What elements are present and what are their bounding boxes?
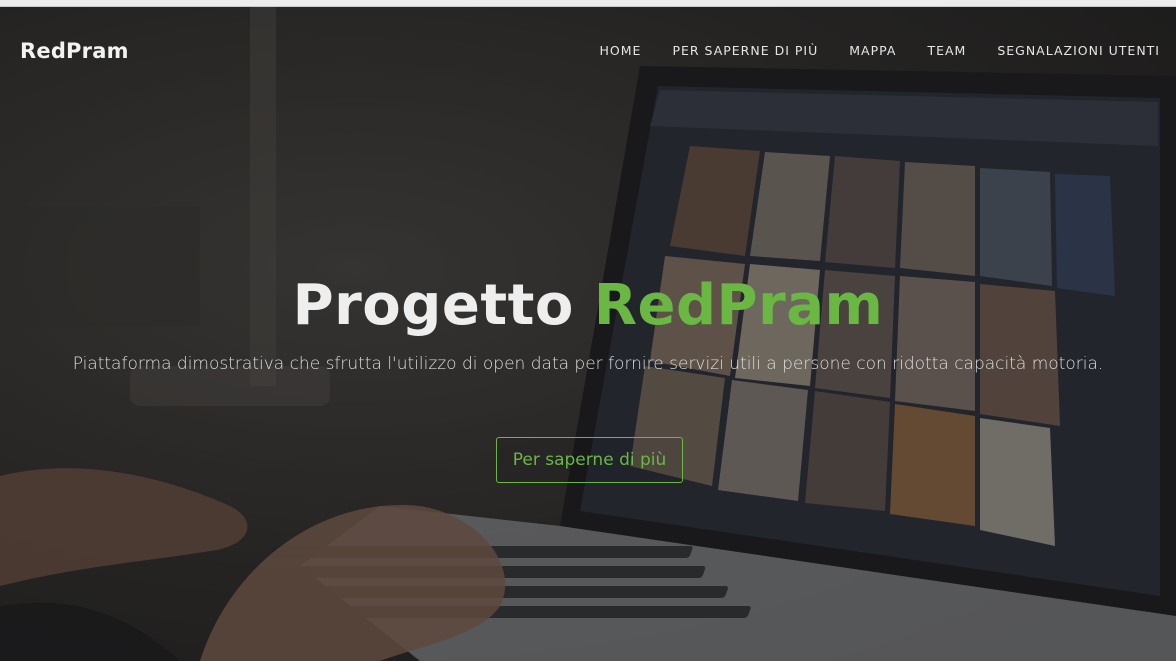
hero-title-accent: RedPram: [593, 273, 884, 338]
brand-logo[interactable]: RedPram: [20, 39, 129, 63]
nav-item-team[interactable]: TEAM: [927, 43, 966, 58]
learn-more-button[interactable]: Per saperne di più: [496, 437, 683, 483]
nav-item-per-saperne-di-piu[interactable]: PER SAPERNE DI PIÙ: [672, 43, 818, 58]
hero-title: Progetto RedPram: [0, 270, 1176, 342]
browser-top-strip: [0, 0, 1176, 7]
nav-item-mappa[interactable]: MAPPA: [849, 43, 896, 58]
main-nav: HOME PER SAPERNE DI PIÙ MAPPA TEAM SEGNA…: [569, 43, 1160, 58]
landing-page: RedPram HOME PER SAPERNE DI PIÙ MAPPA TE…: [0, 0, 1176, 661]
hero-subtitle: Piattaforma dimostrativa che sfrutta l'u…: [72, 354, 1104, 374]
nav-item-segnalazioni-utenti[interactable]: SEGNALAZIONI UTENTI: [997, 43, 1160, 58]
navbar: RedPram HOME PER SAPERNE DI PIÙ MAPPA TE…: [0, 6, 1176, 96]
hero-title-prefix: Progetto: [292, 273, 574, 338]
nav-item-home[interactable]: HOME: [600, 43, 642, 58]
hero-section: Progetto RedPram Piattaforma dimostrativ…: [0, 270, 1176, 376]
